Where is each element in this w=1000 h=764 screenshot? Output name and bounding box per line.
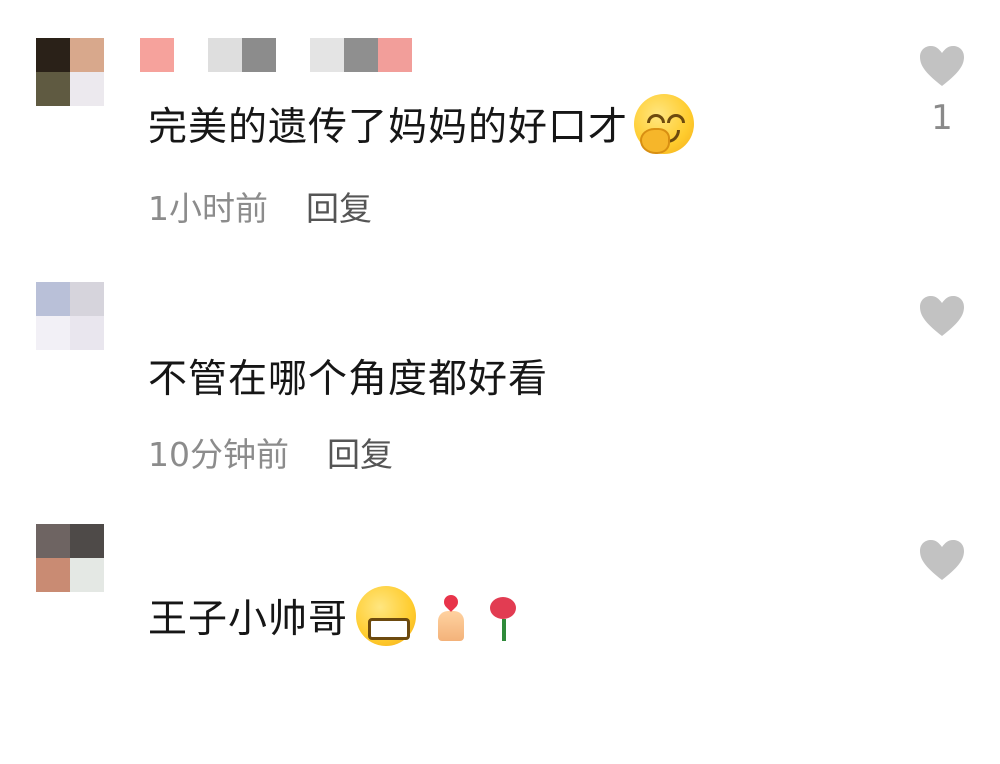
avatar-pixel bbox=[70, 38, 104, 72]
avatar-pixel bbox=[70, 316, 104, 350]
finger-heart-icon bbox=[430, 591, 470, 641]
name-pixel bbox=[276, 38, 310, 72]
avatar[interactable] bbox=[36, 38, 104, 106]
name-pixel bbox=[242, 38, 276, 72]
comment-time: 10分钟前 bbox=[148, 435, 289, 474]
comment-text-row: 王子小帅哥 bbox=[148, 586, 524, 646]
comment-item: 不管在哪个角度都好看 10分钟前 回复 bbox=[0, 282, 1000, 522]
avatar-pixel bbox=[36, 282, 70, 316]
like-button[interactable] bbox=[916, 294, 968, 338]
comment-text: 不管在哪个角度都好看 bbox=[148, 357, 549, 402]
hand-over-mouth-smile-emoji bbox=[634, 94, 695, 154]
avatar[interactable] bbox=[36, 282, 104, 350]
name-pixel bbox=[310, 38, 344, 72]
rose-icon bbox=[484, 591, 524, 641]
heart-icon bbox=[920, 296, 964, 336]
name-pixel bbox=[378, 38, 412, 72]
comment-text: 王子小帅哥 bbox=[148, 597, 349, 642]
avatar-pixel bbox=[70, 558, 104, 592]
avatar-pixel bbox=[36, 38, 70, 72]
comment-time: 1小时前 bbox=[148, 189, 268, 228]
reply-button[interactable]: 回复 bbox=[306, 189, 372, 228]
like-button[interactable] bbox=[916, 538, 968, 582]
comment-meta: 10分钟前 回复 bbox=[148, 428, 393, 476]
avatar-pixel bbox=[70, 282, 104, 316]
grinning-face-emoji bbox=[356, 586, 417, 646]
name-pixel bbox=[208, 38, 242, 72]
like-count: 1 bbox=[931, 98, 953, 138]
comment-meta: 1小时前 回复 bbox=[148, 182, 372, 230]
reply-button[interactable]: 回复 bbox=[327, 435, 393, 474]
like-button[interactable]: 1 bbox=[916, 44, 968, 138]
avatar-pixel bbox=[70, 524, 104, 558]
name-pixel bbox=[174, 38, 208, 72]
heart-icon bbox=[920, 540, 964, 580]
avatar-pixel bbox=[36, 558, 70, 592]
avatar-pixel bbox=[70, 72, 104, 106]
heart-icon bbox=[920, 46, 964, 86]
avatar-pixel bbox=[36, 316, 70, 350]
avatar-pixel bbox=[36, 72, 70, 106]
username-pixelated[interactable] bbox=[140, 38, 412, 72]
avatar[interactable] bbox=[36, 524, 104, 592]
comment-text-row: 完美的遗传了妈妈的好口才 bbox=[148, 94, 695, 154]
comment-item: 完美的遗传了妈妈的好口才 1小时前 回复 1 bbox=[0, 38, 1000, 278]
avatar-pixel bbox=[36, 524, 70, 558]
comment-item: 王子小帅哥 bbox=[0, 524, 1000, 764]
name-pixel bbox=[140, 38, 174, 72]
comment-text: 完美的遗传了妈妈的好口才 bbox=[148, 105, 629, 150]
comment-text-row: 不管在哪个角度都好看 bbox=[148, 348, 548, 404]
name-pixel bbox=[344, 38, 378, 72]
